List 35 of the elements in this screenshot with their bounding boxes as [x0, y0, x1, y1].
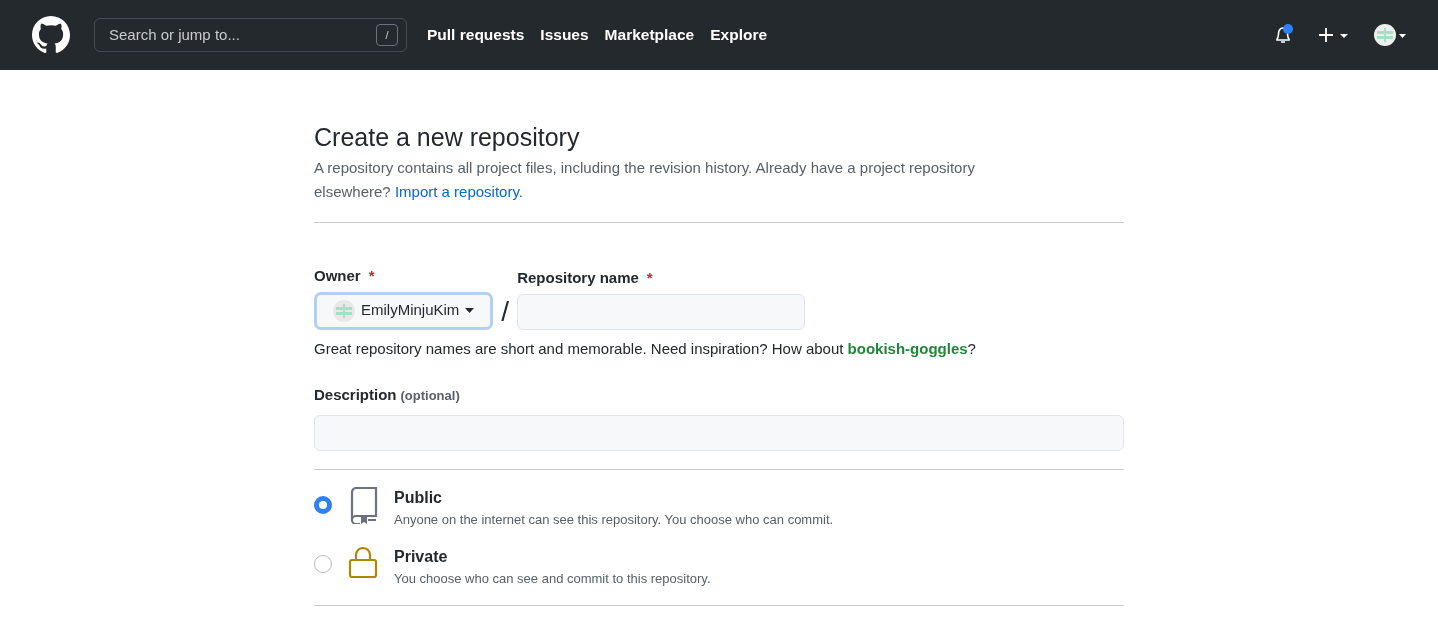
- cat-logo-icon[interactable]: [32, 16, 70, 54]
- intro-text: A repository contains all project files, including the revision history. Already have a project repository elsewhere? Import a repository.: [314, 158, 976, 202]
- suggestion-link[interactable]: bookish-goggles: [847, 339, 968, 357]
- radio-button[interactable]: [314, 495, 332, 514]
- avatar-icon: [333, 299, 355, 322]
- book-icon: [348, 485, 378, 524]
- nav-link[interactable]: Issues: [540, 23, 589, 47]
- optional-note: (optional): [400, 387, 460, 405]
- avatar-dropdown-icon[interactable]: [1374, 23, 1406, 47]
- field-label: Repository name: [517, 268, 639, 288]
- owner-dropdown[interactable]: EmilyMinjuKim: [314, 291, 494, 330]
- shortcut-key: /: [376, 24, 398, 46]
- import-link[interactable]: Import a repository.: [394, 183, 523, 200]
- caret-icon: [465, 308, 475, 313]
- option-description: You choose who can see and commit to this repository.: [394, 570, 711, 588]
- page-title: Create a new repository: [314, 122, 581, 152]
- required-mark: *: [646, 268, 653, 288]
- nav-link[interactable]: Pull requests: [427, 23, 525, 47]
- required-mark: *: [368, 266, 375, 286]
- nav-link[interactable]: Explore: [710, 23, 768, 47]
- field-label: Description: [314, 385, 397, 405]
- radio-button[interactable]: [314, 555, 332, 573]
- lock-icon: [348, 545, 378, 579]
- name-hint: Great repository names are short and memorable. Need inspiration? How about bookish-goggles?: [314, 338, 977, 359]
- option-description: Anyone on the internet can see this repository. You choose who can commit.: [394, 510, 834, 529]
- plus-dropdown-icon[interactable]: [1318, 26, 1350, 44]
- field-label: Owner: [314, 266, 361, 286]
- search-placeholder: Search or jump to...: [109, 24, 240, 45]
- separator-slash: /: [501, 294, 510, 329]
- nav-link[interactable]: Marketplace: [604, 23, 695, 47]
- option-title: Private: [394, 547, 449, 567]
- repository-name-field[interactable]: [517, 293, 806, 330]
- search-field[interactable]: Search or jump to... /: [94, 18, 407, 52]
- option-title: Public: [394, 487, 443, 508]
- description-field[interactable]: [314, 414, 1124, 451]
